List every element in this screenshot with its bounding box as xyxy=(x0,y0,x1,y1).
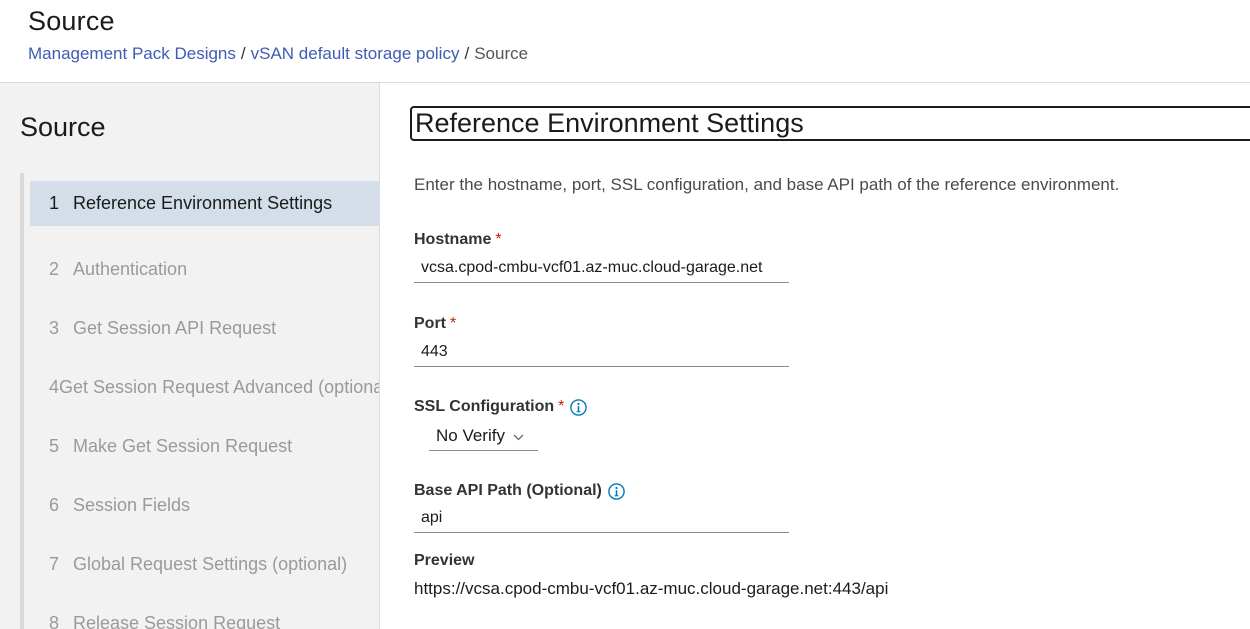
breadcrumb-management-pack-designs[interactable]: Management Pack Designs xyxy=(28,44,236,63)
required-marker: * xyxy=(558,398,565,415)
preview-url: https://vcsa.cpod-cmbu-vcf01.az-muc.clou… xyxy=(414,579,889,598)
base-api-label-text: Base API Path (Optional) xyxy=(414,482,602,499)
step-number: 7 xyxy=(49,554,60,574)
hostname-input[interactable] xyxy=(414,254,789,283)
info-icon[interactable] xyxy=(570,398,588,416)
step-global-request-settings[interactable]: 7 Global Request Settings (optional) xyxy=(30,535,379,594)
breadcrumb-separator: / xyxy=(240,44,246,63)
step-number: 1 xyxy=(49,193,60,213)
section-heading: Reference Environment Settings xyxy=(410,106,1250,141)
base-api-path-input[interactable] xyxy=(414,504,789,533)
step-number: 8 xyxy=(49,613,60,629)
step-number: 5 xyxy=(49,436,60,456)
ssl-label-text: SSL Configuration xyxy=(414,398,555,415)
preview-label: Preview xyxy=(414,552,475,569)
ssl-selected-value: No Verify xyxy=(436,426,505,445)
step-label: Global Request Settings (optional) xyxy=(73,554,348,574)
info-icon[interactable] xyxy=(608,482,625,500)
step-get-session-api-request[interactable]: 3 Get Session API Request xyxy=(30,299,379,358)
step-number: 6 xyxy=(49,495,60,515)
step-authentication[interactable]: 2 Authentication xyxy=(30,240,379,299)
breadcrumb-current: Source xyxy=(474,44,529,63)
page-title: Source xyxy=(28,6,115,36)
main-content: Reference Environment Settings Enter the… xyxy=(380,83,1250,629)
step-get-session-request-advanced[interactable]: 4 Get Session Request Advanced (optional) xyxy=(30,358,380,417)
step-release-session-request[interactable]: 8 Release Session Request xyxy=(30,594,379,629)
hostname-label: Hostname * xyxy=(414,231,502,249)
base-api-path-label: Base API Path (Optional) xyxy=(414,482,625,500)
step-number: 3 xyxy=(49,318,60,338)
port-label: Port * xyxy=(414,315,456,333)
section-description: Enter the hostname, port, SSL configurat… xyxy=(414,175,1120,194)
step-label: Release Session Request xyxy=(73,613,281,629)
hostname-label-text: Hostname xyxy=(414,231,492,248)
step-label: Session Fields xyxy=(73,495,191,515)
sidebar-title: Source xyxy=(20,112,106,142)
breadcrumb-vsan-default-storage-policy[interactable]: vSAN default storage policy xyxy=(251,44,460,63)
step-rail xyxy=(20,173,24,629)
step-label: Get Session Request Advanced (optional) xyxy=(59,377,380,397)
step-make-get-session-request[interactable]: 5 Make Get Session Request xyxy=(30,417,379,476)
port-label-text: Port xyxy=(414,315,446,332)
wizard-sidebar: Source 1 Reference Environment Settings 2… xyxy=(0,83,380,629)
required-marker: * xyxy=(450,315,457,332)
ssl-configuration-select[interactable]: No Verify xyxy=(429,422,538,451)
ssl-configuration-label: SSL Configuration * xyxy=(414,398,588,416)
breadcrumb: Management Pack Designs / vSAN default sto… xyxy=(28,44,528,64)
step-label: Make Get Session Request xyxy=(73,436,293,456)
step-label: Get Session API Request xyxy=(73,318,277,338)
required-marker: * xyxy=(495,231,502,248)
step-number: 4 xyxy=(49,377,60,397)
step-reference-environment-settings[interactable]: 1 Reference Environment Settings xyxy=(30,181,379,226)
port-input[interactable] xyxy=(414,338,789,367)
breadcrumb-separator: / xyxy=(464,44,470,63)
step-number: 2 xyxy=(49,259,60,279)
step-label: Authentication xyxy=(73,259,188,279)
chevron-down-icon xyxy=(513,426,524,446)
step-session-fields[interactable]: 6 Session Fields xyxy=(30,476,379,535)
step-label: Reference Environment Settings xyxy=(73,193,333,213)
step-list: 1 Reference Environment Settings 2 Authent… xyxy=(30,181,380,629)
page-header: Source Management Pack Designs / vSAN defa… xyxy=(0,0,1250,83)
